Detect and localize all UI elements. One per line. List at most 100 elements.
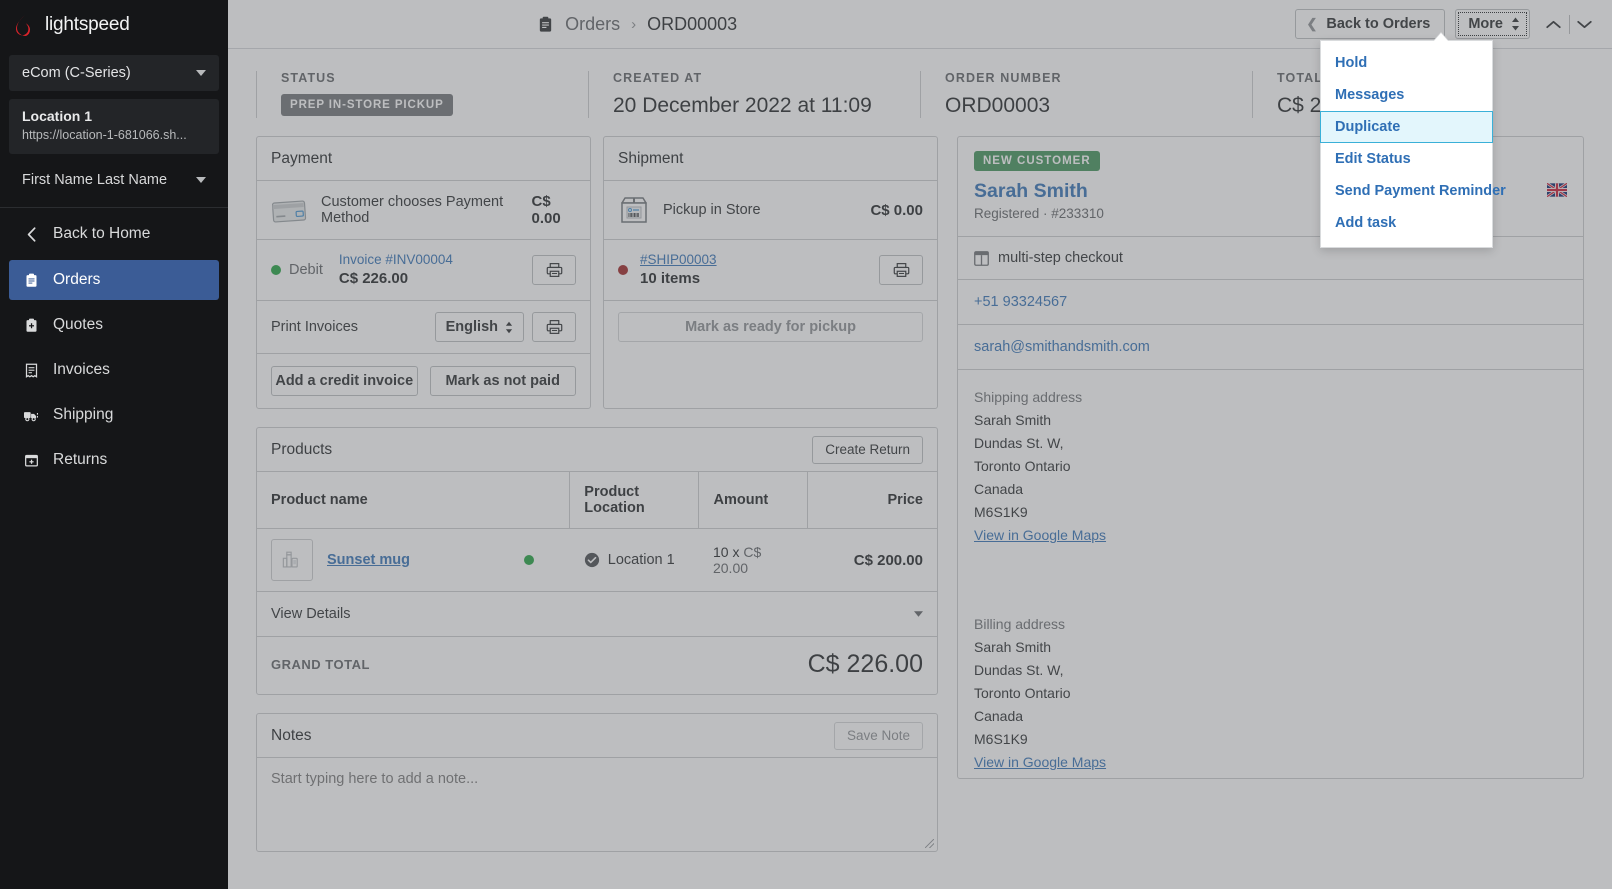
shipping-google-maps-link[interactable]: View in Google Maps [974, 524, 1567, 547]
payment-card-title: Payment [257, 137, 590, 181]
address-line: Dundas St. W, [974, 435, 1064, 451]
user-menu[interactable]: First Name Last Name [9, 163, 219, 197]
sidebar-item-back-to-home[interactable]: Back to Home [9, 214, 219, 254]
customer-email[interactable]: sarah@smithandsmith.com [958, 325, 1583, 370]
address-line: M6S1K9 [974, 504, 1028, 520]
shipping-address-block: Shipping address Sarah Smith Dundas St. … [958, 370, 1583, 551]
payment-method-amount: C$ 0.00 [531, 193, 561, 227]
amount-qty: 10 x [712, 544, 744, 560]
sidebar-item-orders[interactable]: Orders [9, 260, 219, 300]
store-selector[interactable]: eCom (C-Series) [9, 55, 219, 91]
shipment-status-dot [618, 265, 628, 275]
payment-method-text: Customer chooses Payment Method [321, 194, 504, 226]
lightspeed-flame-icon [16, 13, 36, 36]
customer-phone[interactable]: +51 93324567 [958, 280, 1583, 325]
address-line: Sarah Smith [974, 639, 1052, 655]
invoice-amount: C$ 226.00 [338, 270, 409, 287]
save-note-button[interactable]: Save Note [833, 721, 923, 750]
grand-total-value: C$ 226.00 [807, 650, 923, 678]
print-shipment-button[interactable] [879, 255, 923, 285]
location-card[interactable]: Location 1 https://location-1-681066.sh.… [9, 99, 219, 154]
payment-invoice-row: Debit Invoice #INV00004 C$ 226.00 [257, 240, 590, 301]
chevron-down-icon[interactable] [1570, 9, 1600, 39]
menu-item-duplicate[interactable]: Duplicate [1320, 111, 1493, 143]
invoice-actions [532, 255, 576, 285]
create-return-button[interactable]: Create Return [812, 435, 923, 464]
menu-item-messages[interactable]: Messages [1321, 79, 1492, 111]
sidebar-item-label: Returns [53, 451, 108, 468]
view-details-toggle[interactable]: View Details [257, 592, 937, 637]
shipment-link[interactable]: #SHIP00003 [640, 251, 717, 269]
menu-item-hold[interactable]: Hold [1321, 47, 1492, 79]
chevron-left-icon [22, 225, 40, 243]
top-bar-actions: ❮ Back to Orders More [1295, 9, 1600, 39]
shipment-detail-row: #SHIP00003 10 items [604, 240, 937, 301]
menu-item-edit-status[interactable]: Edit Status [1321, 143, 1492, 175]
note-textarea[interactable] [257, 758, 937, 846]
summary-label: ORDER NUMBER [945, 71, 1062, 85]
breadcrumb-current: ORD00003 [647, 13, 738, 34]
language-select[interactable]: English [434, 312, 524, 342]
address-line: Sarah Smith [974, 412, 1052, 428]
address-line: Dundas St. W, [974, 662, 1064, 678]
products-card-header: Products Create Return [257, 428, 937, 472]
grand-total-row: GRAND TOTAL C$ 226.00 [257, 637, 937, 694]
payment-status-label: Debit [289, 262, 323, 278]
print-invoice-button[interactable] [532, 255, 576, 285]
language-label: English [445, 319, 498, 335]
sidebar-nav: Back to Home Orders Quotes Invoices Ship… [0, 208, 228, 480]
summary-label: STATUS [281, 71, 336, 85]
product-availability-dot [523, 555, 534, 565]
sidebar-item-quotes[interactable]: Quotes [9, 305, 219, 345]
stepper-icon [1511, 17, 1520, 31]
products-table-head: Product name Product Location Amount Pri… [257, 472, 937, 529]
location-name: Location 1 [22, 108, 93, 124]
product-name-link[interactable]: Sunset mug [327, 552, 410, 568]
more-button-label: More [1468, 16, 1503, 32]
chevron-down-icon [196, 177, 206, 183]
shipment-method-row: Pickup in Store C$ 0.00 [604, 181, 937, 240]
sidebar-item-shipping[interactable]: Shipping [9, 395, 219, 435]
sidebar-item-label: Back to Home [53, 225, 151, 242]
product-cell: Sunset mug [271, 539, 556, 581]
breadcrumb-parent-link[interactable]: Orders [565, 14, 620, 35]
cell-product-name: Sunset mug [257, 528, 570, 592]
shipment-items-count: 10 items [640, 270, 701, 287]
payment-actions: Add a credit invoice Mark as not paid [257, 354, 590, 408]
user-name: First Name Last Name [22, 172, 168, 188]
add-credit-invoice-button[interactable]: Add a credit invoice [271, 366, 418, 396]
notes-card-header: Notes Save Note [257, 714, 937, 758]
cell-price: C$ 200.00 [807, 528, 937, 592]
menu-item-send-payment-reminder[interactable]: Send Payment Reminder [1321, 175, 1506, 207]
sidebar-item-invoices[interactable]: Invoices [9, 350, 219, 390]
address-spacer [958, 551, 1583, 597]
chevron-up-icon[interactable] [1539, 9, 1569, 39]
mark-ready-for-pickup-button[interactable]: Mark as ready for pickup [618, 312, 923, 342]
products-card: Products Create Return Product name Prod… [256, 427, 938, 695]
invoice-link[interactable]: Invoice #INV00004 [339, 251, 453, 269]
billing-address-label: Billing address [974, 616, 1066, 632]
chevron-down-icon [196, 70, 206, 76]
menu-item-add-task[interactable]: Add task [1321, 207, 1492, 239]
print-invoices-label: Print Invoices [271, 319, 359, 335]
layout-icon [974, 250, 989, 266]
breadcrumb-separator: › [631, 15, 637, 33]
mark-as-not-paid-button[interactable]: Mark as not paid [429, 366, 576, 396]
sidebar-item-returns[interactable]: Returns [9, 440, 219, 480]
clipboard-icon [22, 271, 40, 289]
billing-google-maps-link[interactable]: View in Google Maps [974, 751, 1567, 774]
view-details-label: View Details [271, 606, 351, 622]
shipping-address-label: Shipping address [974, 389, 1083, 405]
sidebar-item-label: Invoices [53, 361, 110, 378]
checkout-type-label: multi-step checkout [998, 250, 1123, 266]
printer-icon [546, 262, 563, 278]
breadcrumb: Orders › ORD00003 [507, 14, 737, 35]
shipment-block: #SHIP00003 10 items [640, 251, 717, 289]
more-button[interactable]: More [1455, 9, 1530, 39]
print-invoices-button[interactable] [532, 312, 576, 342]
left-sidebar: lightspeed eCom (C-Series) Location 1 ht… [0, 0, 228, 889]
back-to-orders-button[interactable]: ❮ Back to Orders [1295, 9, 1446, 39]
brand-name: lightspeed [45, 13, 130, 35]
invoice-block: Invoice #INV00004 C$ 226.00 [339, 251, 453, 289]
receipt-icon [22, 361, 40, 379]
